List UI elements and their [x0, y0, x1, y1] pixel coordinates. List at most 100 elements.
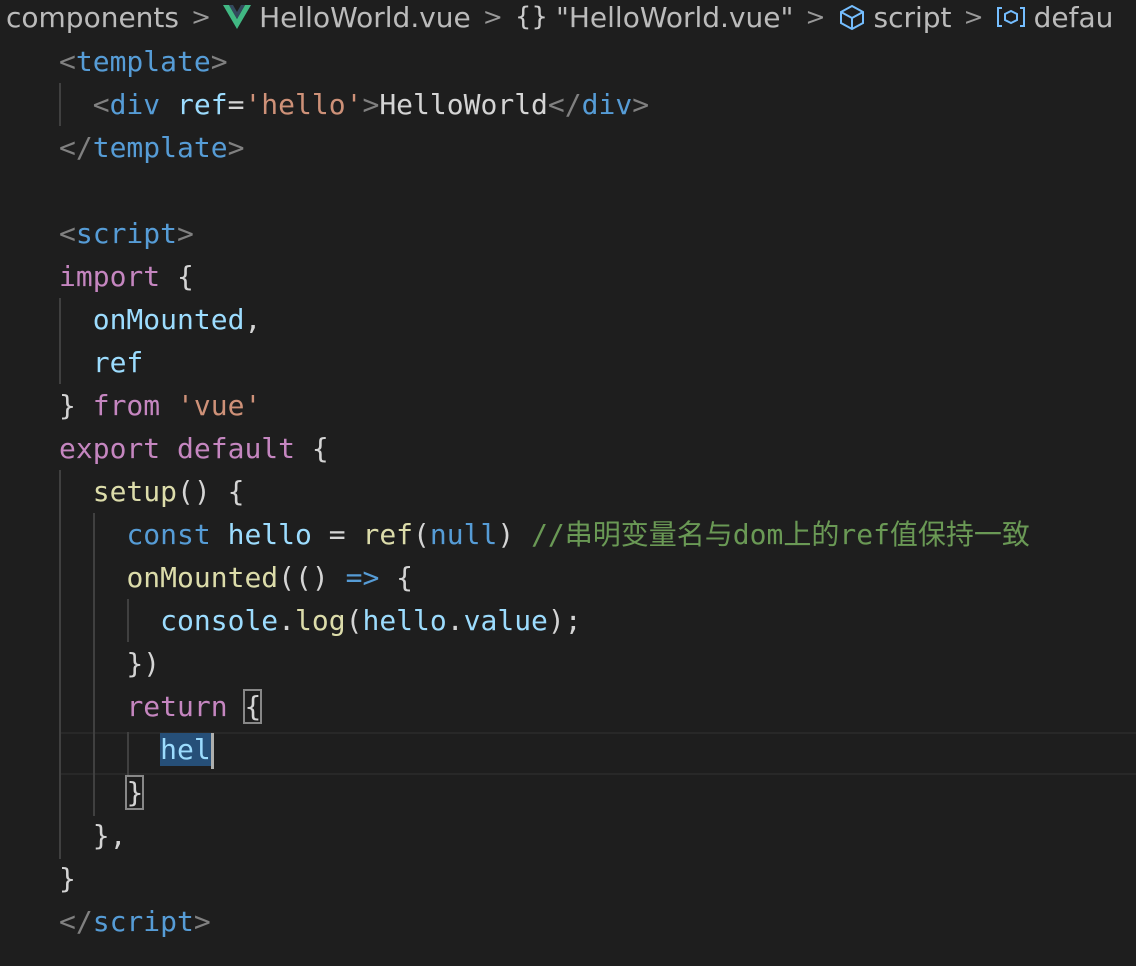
breadcrumb-label: components	[6, 0, 179, 34]
braces-icon: {}	[514, 2, 548, 32]
keyword-token: return	[126, 690, 228, 723]
chevron-right-icon: >	[482, 3, 503, 31]
keyword-token: import	[59, 260, 161, 293]
tag-token: script	[92, 905, 194, 938]
code-line[interactable]: ref	[59, 341, 144, 384]
function-token: log	[295, 604, 346, 637]
identifier-token: hello	[362, 604, 447, 637]
breadcrumb: components > HelloWorld.vue > {} "HelloW…	[0, 0, 1136, 34]
comment-token: //串明变量名与dom上的ref值保持一致	[531, 518, 1030, 551]
code-line[interactable]: onMounted(() => {	[59, 556, 413, 599]
punctuation-token: >	[193, 905, 211, 938]
code-line[interactable]: <div ref='hello'>HelloWorld</div>	[59, 83, 649, 126]
code-text: {	[160, 260, 194, 293]
function-token: ref	[362, 518, 414, 551]
identifier-token: value	[463, 604, 548, 637]
breadcrumb-label: "HelloWorld.vue"	[555, 0, 794, 34]
code-text: );	[547, 604, 582, 637]
keyword-token: export	[59, 432, 161, 465]
code-text: =	[227, 88, 245, 121]
tag-token: div	[581, 88, 633, 121]
identifier-token: onMounted	[92, 303, 245, 336]
code-line[interactable]: }	[59, 771, 145, 814]
code-line[interactable]: </script>	[59, 900, 211, 943]
code-text: .	[446, 604, 464, 637]
cube-icon	[838, 3, 866, 31]
keyword-token: from	[92, 389, 161, 422]
tag-token: template	[75, 45, 211, 78]
punctuation-token: >	[210, 45, 228, 78]
code-line[interactable]: console.log(hello.value);	[59, 599, 582, 642]
breadcrumb-label: defau	[1033, 0, 1114, 34]
code-line[interactable]: <script>	[59, 212, 194, 255]
code-text: },	[59, 819, 127, 852]
breadcrumb-item-module[interactable]: {} "HelloWorld.vue"	[515, 1, 794, 34]
code-line[interactable]: }	[59, 857, 76, 900]
code-text: (	[413, 518, 430, 551]
code-text: (()	[278, 561, 346, 594]
tag-token: div	[109, 88, 161, 121]
code-text: })	[59, 647, 161, 680]
attribute-token: ref	[177, 88, 228, 121]
breadcrumb-label: script	[873, 0, 952, 34]
code-editor[interactable]: <template> <div ref='hello'>HelloWorld</…	[0, 38, 1136, 966]
code-line[interactable]: import {	[59, 255, 194, 298]
code-line[interactable]: setup() {	[59, 470, 245, 513]
breadcrumb-label: HelloWorld.vue	[259, 0, 471, 34]
chevron-right-icon: >	[963, 3, 984, 31]
code-line[interactable]: },	[59, 814, 127, 857]
chevron-right-icon: >	[191, 3, 212, 31]
identifier-token: ref	[92, 346, 144, 379]
code-line[interactable]: hel	[59, 728, 214, 771]
code-text: () {	[177, 475, 245, 508]
breadcrumb-item-file[interactable]: HelloWorld.vue	[223, 1, 471, 34]
code-text: )	[497, 518, 532, 551]
code-line[interactable]: export default {	[59, 427, 329, 470]
code-text: HelloWorld	[379, 88, 548, 121]
code-text: ,	[244, 303, 262, 336]
string-token: 'vue'	[177, 389, 262, 422]
code-line[interactable]: } from 'vue'	[59, 384, 261, 427]
punctuation-token: >	[177, 217, 194, 250]
breadcrumb-item-components[interactable]: components	[6, 1, 179, 34]
punctuation-token: <	[59, 217, 76, 250]
code-line[interactable]: <template>	[59, 40, 228, 83]
code-text: }	[59, 389, 93, 422]
matched-bracket: }	[125, 775, 145, 810]
code-line[interactable]: </template>	[59, 126, 244, 169]
code-line[interactable]: onMounted,	[59, 298, 262, 341]
code-text: {	[379, 561, 414, 594]
keyword-token: const	[126, 518, 211, 551]
tag-token: template	[92, 131, 228, 164]
string-token: 'hello'	[244, 88, 363, 121]
code-line[interactable]: })	[59, 642, 160, 685]
code-text: {	[295, 432, 329, 465]
punctuation-token: </	[547, 88, 582, 121]
code-line[interactable]: const hello = ref(null) //串明变量名与dom上的ref…	[59, 513, 1030, 556]
code-line[interactable]: return {	[59, 685, 263, 728]
chevron-right-icon: >	[805, 3, 826, 31]
punctuation-token: >	[632, 88, 650, 121]
punctuation-token: <	[92, 88, 110, 121]
keyword-token: null	[429, 518, 498, 551]
vue-logo-icon	[223, 5, 252, 29]
keyword-token: =>	[345, 561, 380, 594]
function-token: onMounted	[126, 561, 279, 594]
punctuation-token: </	[59, 131, 93, 164]
breadcrumb-item-default[interactable]: defau	[996, 0, 1114, 34]
breadcrumb-item-script[interactable]: script	[838, 1, 952, 34]
selected-text: hel	[160, 733, 211, 766]
code-text: =	[311, 518, 363, 551]
punctuation-token: >	[227, 131, 245, 164]
punctuation-token: >	[362, 88, 380, 121]
